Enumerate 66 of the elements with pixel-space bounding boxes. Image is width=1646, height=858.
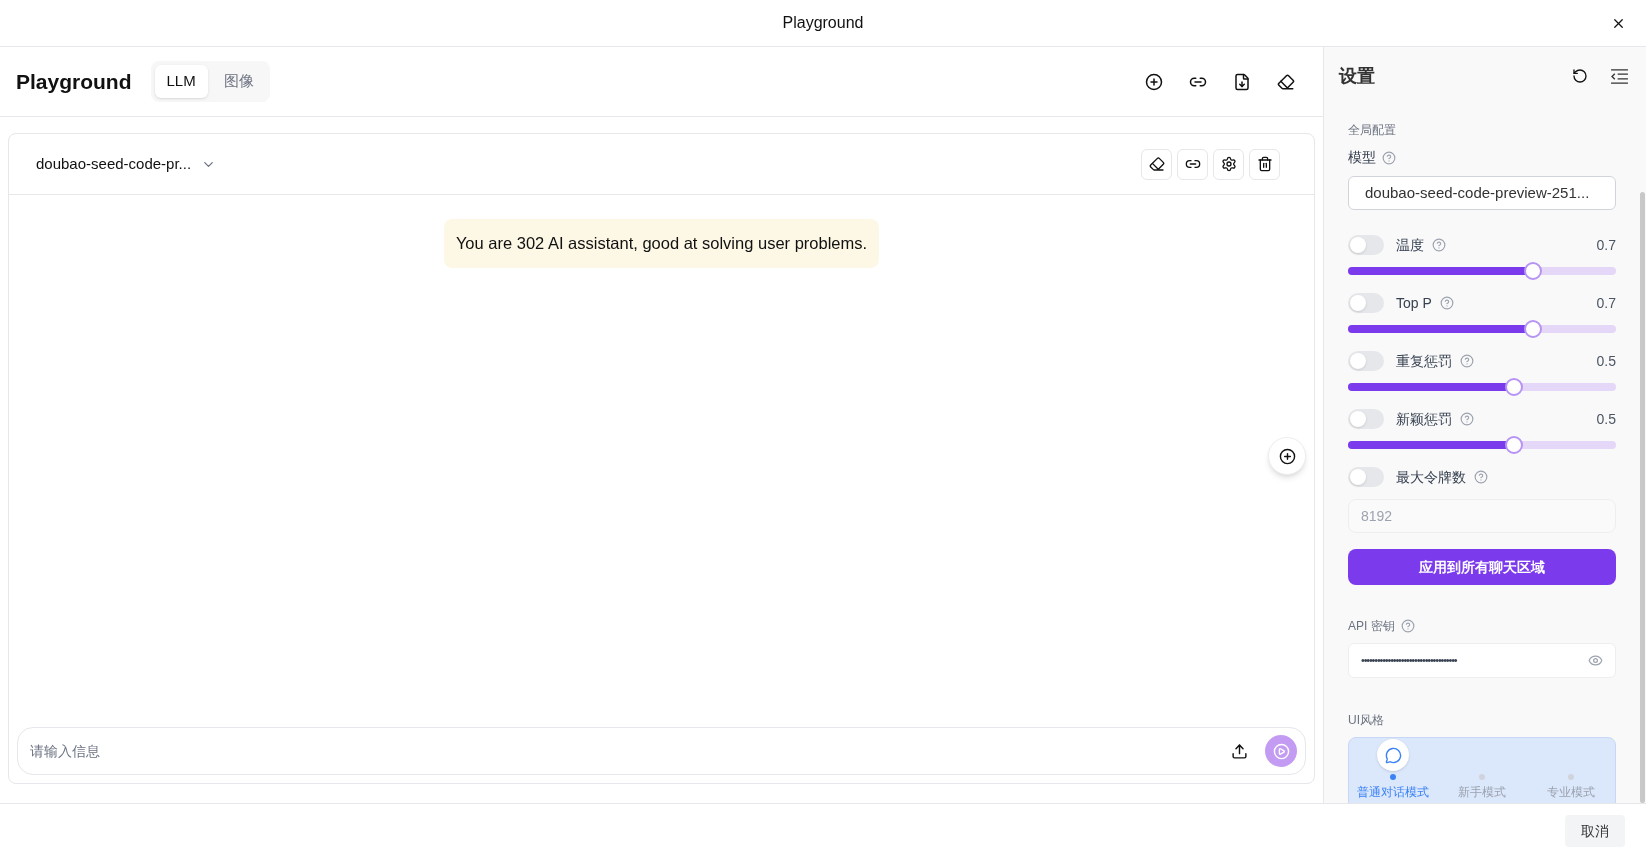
model-select[interactable]: doubao-seed-code-pr... [36, 152, 217, 176]
trash-icon [1256, 156, 1273, 172]
parameter-label: Top P [1396, 293, 1432, 313]
help-icon [1439, 296, 1454, 310]
slider-thumb[interactable] [1523, 320, 1542, 338]
slider-track[interactable] [1348, 325, 1616, 333]
play-icon [1272, 742, 1290, 760]
slider-track[interactable] [1348, 441, 1616, 449]
delete-button[interactable] [1249, 148, 1280, 180]
toggle-switch[interactable] [1348, 293, 1384, 313]
add-button[interactable] [1268, 437, 1306, 475]
ui-style-label: UI风格 [1348, 712, 1385, 729]
parameter-value: 0.5 [1596, 351, 1616, 371]
parameter-label: 温度 [1396, 235, 1424, 255]
model-label: 模型 [1348, 148, 1376, 167]
slider-track[interactable] [1348, 267, 1616, 275]
style-option[interactable]: 普通对话模式 [1357, 783, 1430, 801]
reset-icon[interactable] [1572, 68, 1588, 84]
settings-button[interactable] [1213, 148, 1244, 180]
toggle-switch[interactable] [1348, 467, 1384, 487]
help-icon [1460, 412, 1474, 426]
help-icon [1474, 470, 1488, 484]
close-icon[interactable] [1611, 16, 1626, 31]
slider-thumb[interactable] [1505, 378, 1524, 396]
mode-tab[interactable]: LLM [154, 65, 208, 98]
scrollbar[interactable] [1640, 192, 1645, 803]
eraser-icon [1148, 156, 1165, 172]
window-title: Playground [782, 13, 864, 33]
upload-icon[interactable] [1231, 742, 1248, 760]
slider-thumb[interactable] [1523, 262, 1542, 280]
slider-thumb[interactable] [1505, 436, 1524, 454]
input-bar[interactable]: 请输入信息 [17, 727, 1306, 775]
parameter-value: 0.7 [1596, 293, 1616, 313]
page-title: Playground [16, 68, 132, 95]
message-input[interactable]: 请输入信息 [30, 740, 1231, 762]
slider-track[interactable] [1348, 383, 1616, 391]
parameter-label: 最大令牌数 [1396, 467, 1466, 487]
toggle-switch[interactable] [1348, 409, 1384, 429]
parameter-value: 0.5 [1596, 409, 1616, 429]
link-button[interactable] [1177, 148, 1208, 180]
file-download-icon[interactable] [1233, 72, 1251, 91]
gear-icon [1220, 156, 1237, 172]
api-key-label: API 密钥 [1348, 618, 1395, 635]
cancel-button[interactable]: 取消 [1565, 815, 1625, 847]
toggle-switch[interactable] [1348, 351, 1384, 371]
apply-button[interactable]: 应用到所有聊天区域 [1348, 549, 1616, 585]
model-field[interactable]: doubao-seed-code-preview-251... [1348, 176, 1616, 210]
eraser-icon[interactable] [1277, 72, 1295, 91]
settings-title: 设置 [1339, 64, 1375, 88]
eraser-button[interactable] [1141, 148, 1172, 180]
parameter-label: 新颖惩罚 [1396, 409, 1452, 429]
chat-bubble-icon [1377, 739, 1410, 771]
help-icon [1400, 619, 1415, 633]
parameter-value: 0.7 [1596, 235, 1616, 255]
toggle-switch[interactable] [1348, 235, 1384, 255]
api-key-field[interactable]: •••••••••••••••••••••••••••••••••••• [1348, 643, 1616, 678]
help-icon [1382, 150, 1396, 165]
add-icon[interactable] [1145, 72, 1163, 91]
system-prompt-message: You are 302 AI assistant, good at solving user problems. [443, 219, 880, 268]
section-label: 全局配置 [1348, 122, 1397, 139]
add-icon [1278, 447, 1296, 465]
help-icon [1460, 354, 1474, 368]
help-icon [1432, 238, 1446, 252]
mode-tab[interactable]: 图像 [211, 65, 266, 98]
parameter-label: 重复惩罚 [1396, 351, 1452, 371]
collapse-panel-icon[interactable] [1610, 68, 1629, 84]
